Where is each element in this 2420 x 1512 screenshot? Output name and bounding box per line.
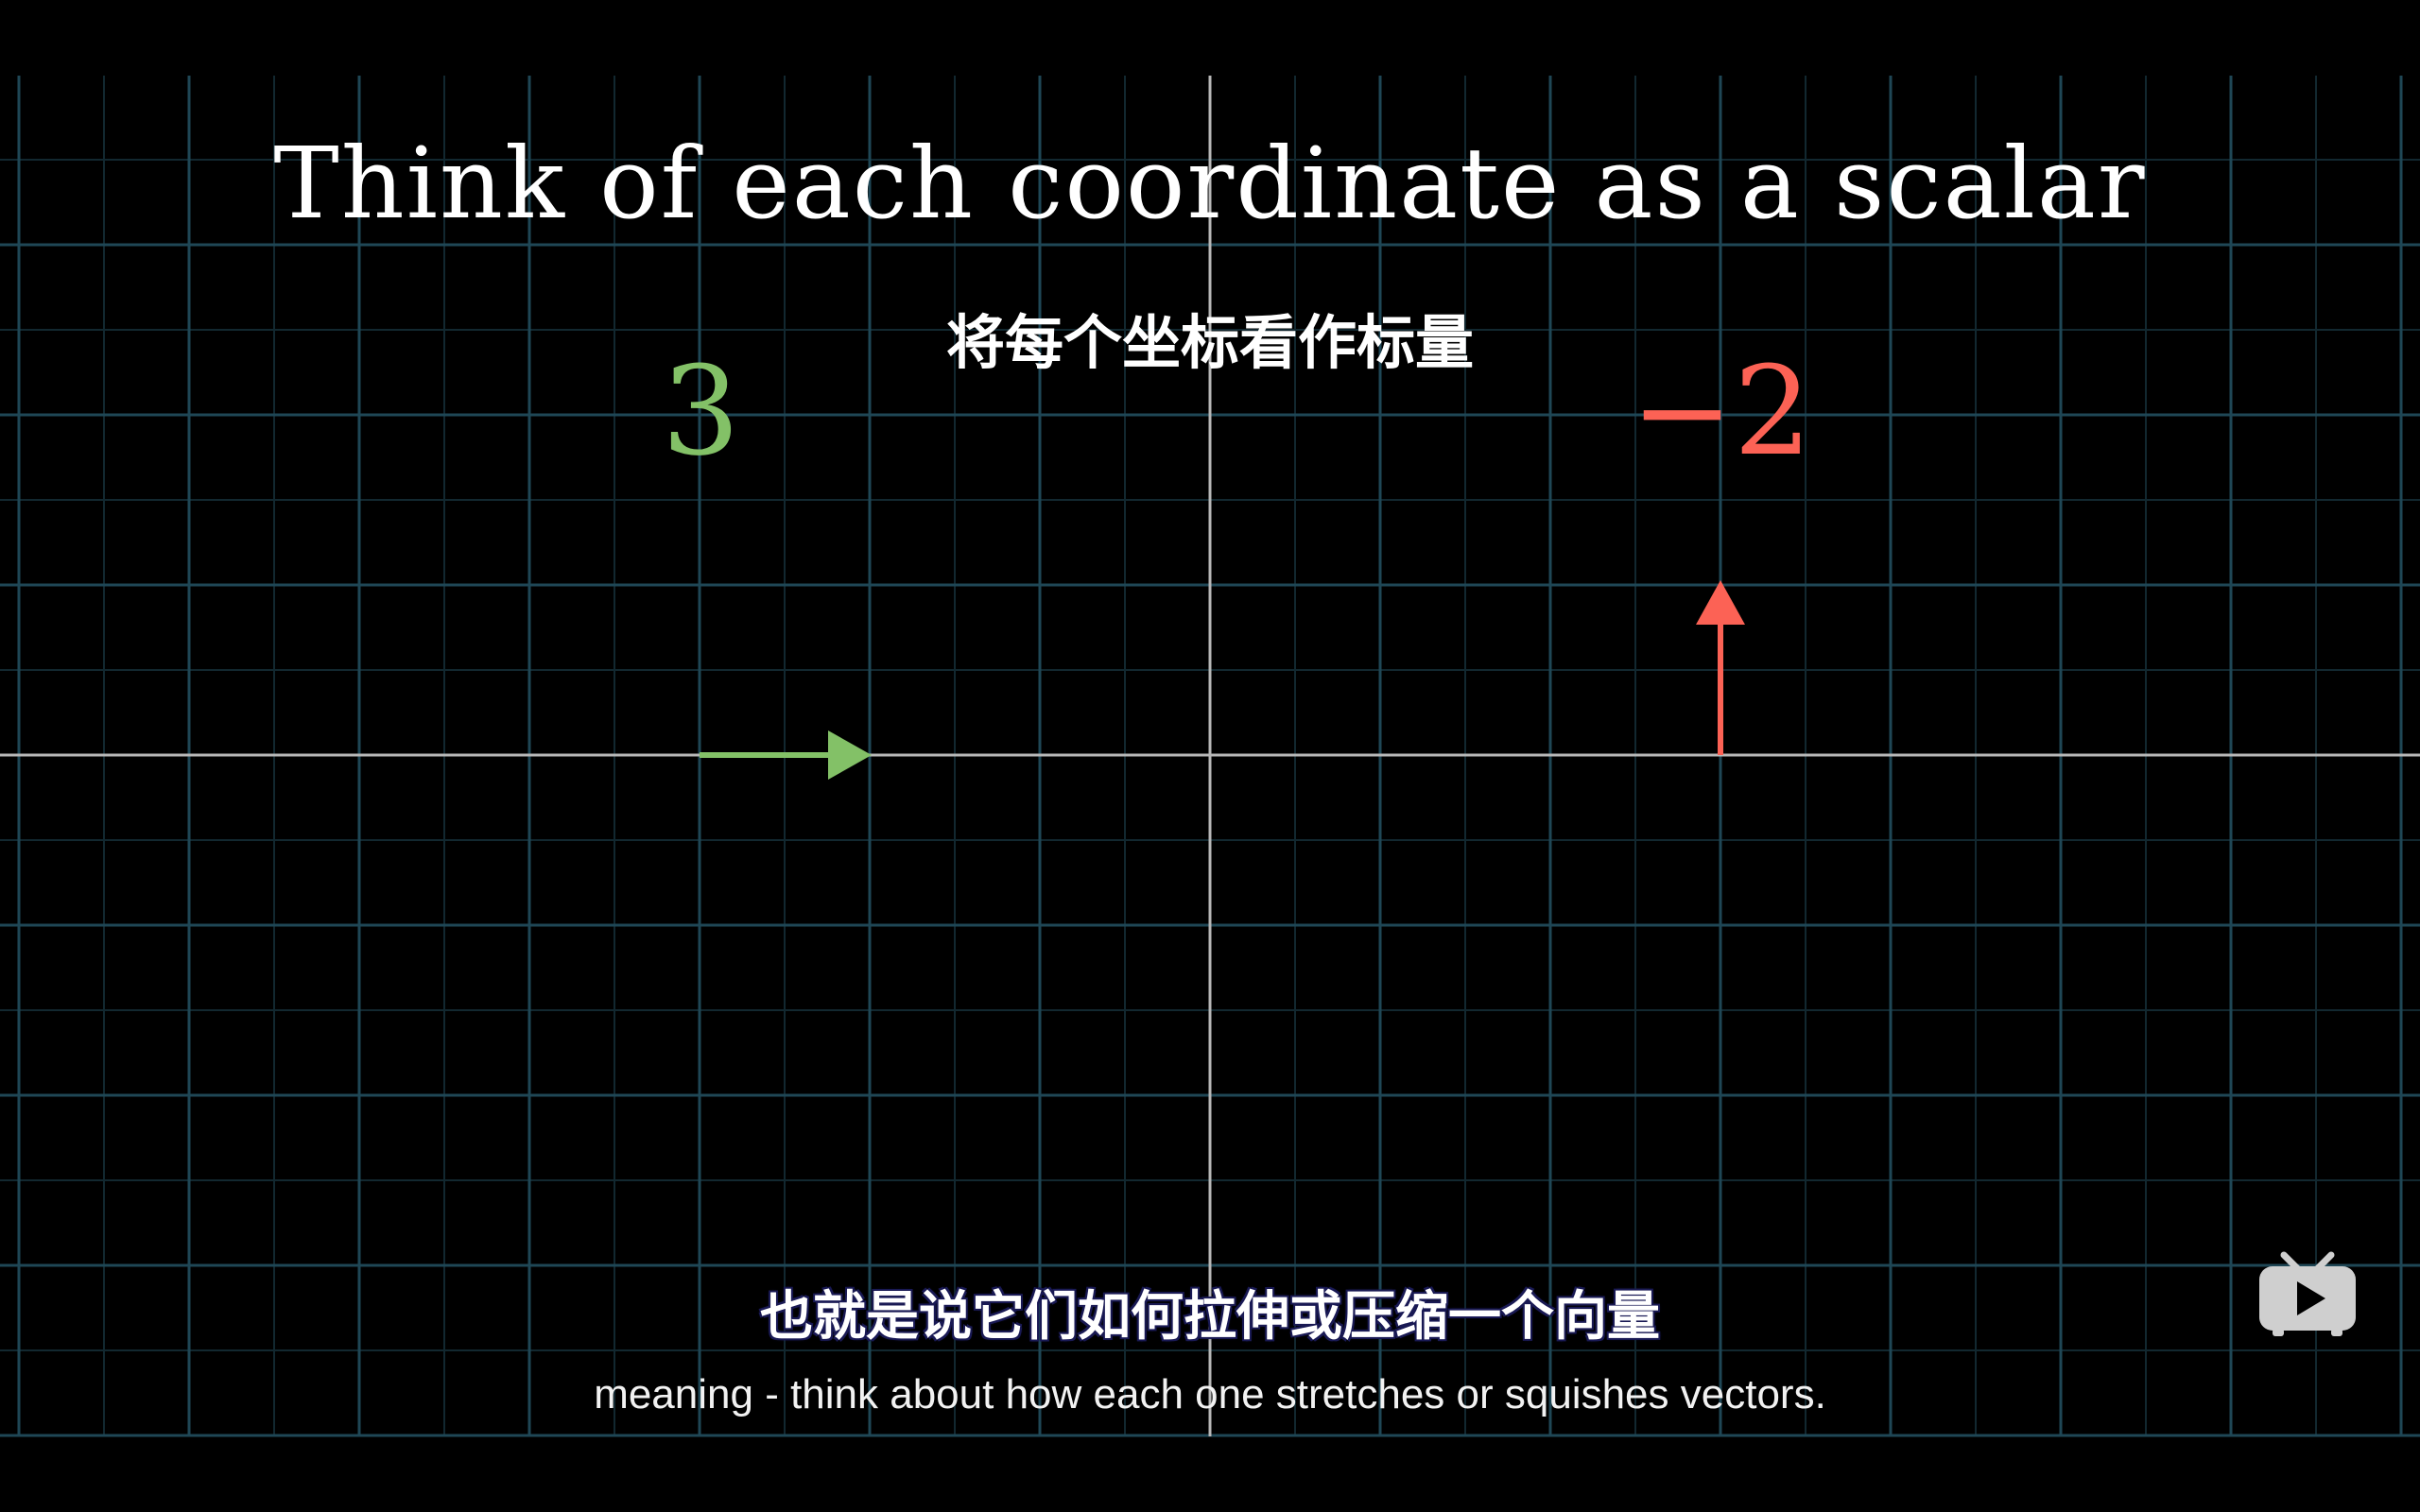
- scene-title-translation: 将每个坐标看作标量: [945, 308, 1474, 377]
- subtitle-chinese: 也就是说它们如何拉伸或压缩一个向量: [760, 1286, 1660, 1348]
- subtitle-english: meaning - think about how each one stret…: [594, 1371, 1826, 1418]
- x-coordinate-scalar: 3: [662, 339, 740, 483]
- y-scaled-vector: [1696, 580, 1745, 755]
- bilibili-tv-icon: [2259, 1251, 2356, 1336]
- y-coordinate-scalar: −2: [1631, 339, 1812, 483]
- scene-title: Think of each coordinate as a scalar: [273, 126, 2147, 241]
- video-frame[interactable]: Think of each coordinate as a scalar 将每个…: [0, 0, 2420, 1512]
- axes: [0, 76, 2420, 1436]
